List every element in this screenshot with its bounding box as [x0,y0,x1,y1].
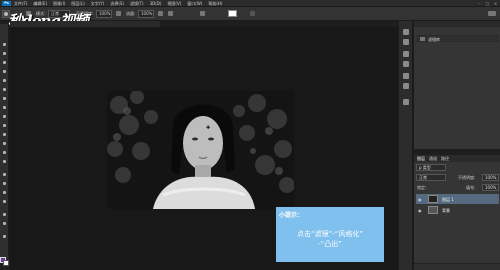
eyedropper-tool-icon[interactable] [1,87,8,93]
tab-layers[interactable]: 图层 [417,156,425,162]
marquee-tool-icon[interactable] [1,51,8,57]
menu-help[interactable]: 帮助(H) [208,1,222,7]
layer-opacity-field[interactable]: 100% [482,174,499,181]
lock-label: 锁定: [417,185,427,190]
airbrush-icon[interactable] [158,11,163,16]
tab-paths[interactable]: 路径 [441,156,449,162]
clone-source-panel-icon[interactable] [403,61,409,67]
layers-panel-tabs: 图层 通道 路径 [414,155,500,162]
menu-3d[interactable]: 3D(D) [150,1,162,6]
opacity-field[interactable]: 100% [96,10,112,18]
menu-window[interactable]: 窗口(W) [187,1,202,7]
brush-panel-icon-dock[interactable] [403,51,409,57]
eraser-tool-icon[interactable] [1,132,8,138]
menu-layer[interactable]: 图层(L) [71,1,84,7]
crop-tool-icon[interactable] [1,78,8,84]
history-panel: 滤镜库 [413,21,500,149]
paragraph-panel-icon[interactable] [403,83,409,89]
zoom-tool-icon[interactable] [1,221,8,227]
photoshop-logo: Ps [2,1,11,6]
flow-field[interactable]: 100% [138,10,154,18]
menu-image[interactable]: 图像(I) [53,1,65,7]
actions-panel-icon[interactable] [403,99,409,105]
menu-type[interactable]: 文字(Y) [91,1,105,7]
layer-name: 背景 [442,208,450,213]
shape-tool-icon[interactable] [1,199,8,205]
menu-select[interactable]: 选择(S) [110,1,124,7]
hand-tool-icon[interactable] [1,212,8,218]
healing-tool-icon[interactable] [1,96,8,102]
pressure-size-icon[interactable] [168,11,173,16]
tip-text-line-1: 点击“滤镜”-“风格化” [296,230,364,238]
menu-view[interactable]: 视图(V) [167,1,181,7]
history-item[interactable]: 滤镜库 [417,35,499,42]
color-swatch[interactable] [228,10,237,17]
layer-opacity-label: 不透明度: [458,175,476,180]
layers-panel-footer [414,263,500,270]
pressure-opacity-icon[interactable] [116,11,121,16]
layer-row[interactable]: ◉ 图层 1 [416,194,499,204]
panel-dock [398,21,413,270]
tab-channels[interactable]: 通道 [429,156,437,162]
tip-title: 小提示： [279,212,304,219]
flow-label: 流量: [126,11,136,16]
pen-tool-icon[interactable] [1,172,8,178]
layers-panel: 图层 通道 路径 p 类型 正常 不透明度: 100% 锁定: 填充: 100%… [413,155,500,270]
eye-icon[interactable]: ◉ [418,197,422,202]
window-controls: – □ × [477,1,498,6]
menu-edit[interactable]: 编辑(E) [33,1,47,7]
brush-tool-icon[interactable] [1,105,8,111]
history-panel-icon[interactable] [403,29,409,35]
document-image[interactable] [107,91,294,209]
cursor-icon: ✚ [206,125,211,131]
menu-filter[interactable]: 滤镜(T) [130,1,144,7]
character-panel-icon[interactable] [403,73,409,79]
history-panel-header[interactable] [414,21,500,27]
tool-option-icon[interactable] [200,11,205,16]
layer-name: 图层 1 [442,197,454,202]
workspace-switcher[interactable] [488,11,496,16]
fill-field[interactable]: 100% [482,184,499,191]
type-tool-icon[interactable] [1,181,8,187]
minimize-icon[interactable]: – [477,1,482,6]
layer-thumbnail [428,206,438,214]
layer-thumbnail [428,195,438,203]
history-thumbnail [420,37,425,41]
tools-panel [0,24,9,266]
fill-label: 填充: [466,185,476,190]
tool-option-icon-2[interactable] [250,11,255,16]
eye-icon[interactable]: ◉ [418,208,422,213]
maximize-icon[interactable]: □ [485,1,490,6]
background-color-swatch[interactable] [3,260,9,266]
history-brush-tool-icon[interactable] [1,123,8,129]
clone-stamp-tool-icon[interactable] [1,114,8,120]
layer-row[interactable]: ◉ 背景 [416,205,499,215]
blend-mode-select[interactable]: 正常 [416,174,446,181]
edit-toolbar-icon[interactable] [1,234,8,240]
gradient-tool-icon[interactable] [1,141,8,147]
menu-bar: Ps 文件(F) 编辑(E) 图像(I) 图层(L) 文字(Y) 选择(S) 滤… [0,0,500,7]
tip-box: 小提示： 点击“滤镜”-“风格化” -“凸出” [276,207,384,262]
move-tool-icon[interactable] [1,42,8,48]
properties-panel-icon[interactable] [403,39,409,45]
lasso-tool-icon[interactable] [1,60,8,66]
path-select-tool-icon[interactable] [1,190,8,196]
history-item-label: 滤镜库 [428,37,440,42]
tip-text-line-2: -“凸出” [318,240,342,248]
dodge-tool-icon[interactable] [1,159,8,165]
quick-select-tool-icon[interactable] [1,69,8,75]
layer-filter-select[interactable]: p 类型 [416,164,446,171]
menu-file[interactable]: 文件(F) [14,1,27,7]
portrait-photo [107,91,294,209]
menu-list: 文件(F) 编辑(E) 图像(I) 图层(L) 文字(Y) 选择(S) 滤镜(T… [14,0,222,7]
blur-tool-icon[interactable] [1,150,8,156]
close-icon[interactable]: × [493,1,498,6]
